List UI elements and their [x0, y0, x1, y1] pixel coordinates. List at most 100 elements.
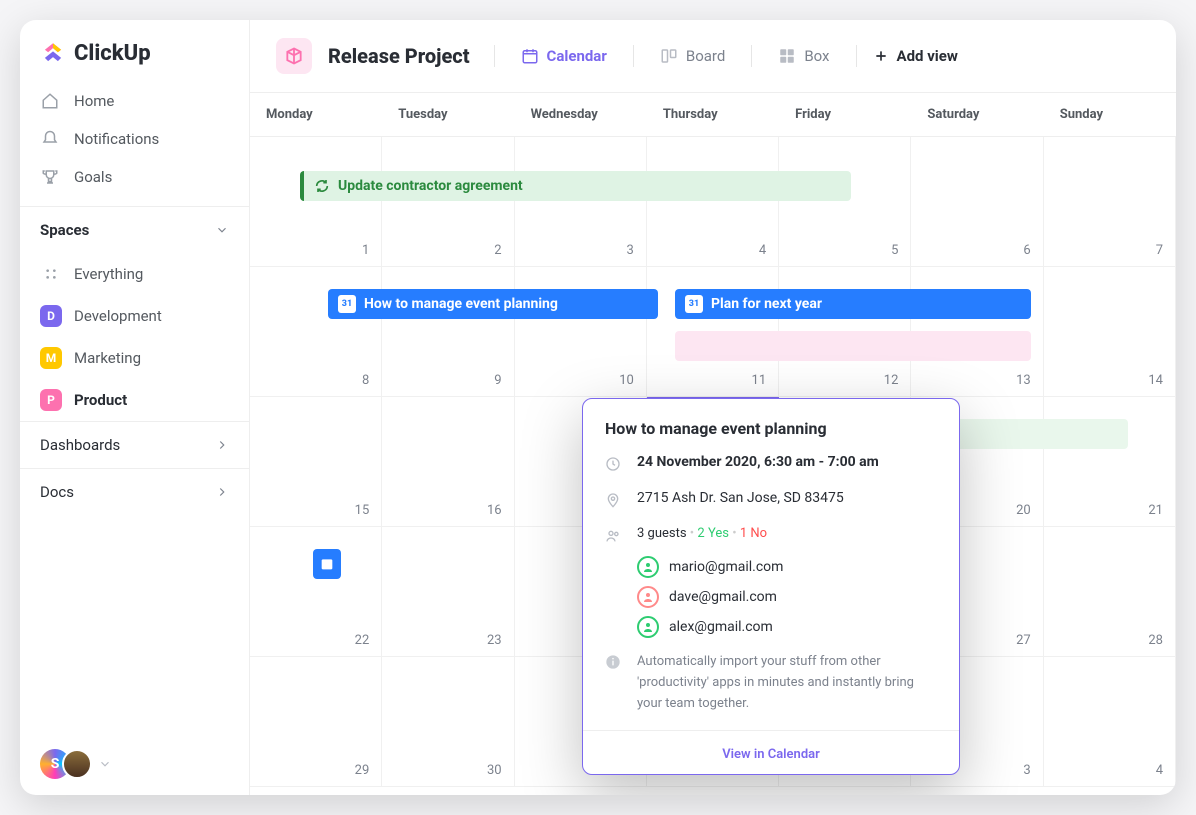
cal-cell[interactable]: 6 — [911, 137, 1043, 267]
guest-row: dave@gmail.com — [637, 586, 937, 608]
spaces-section: Spaces Everything D Development M Market… — [20, 206, 249, 422]
date-num: 29 — [355, 763, 370, 778]
space-product[interactable]: P Product — [20, 379, 249, 421]
chevron-right-icon — [215, 485, 229, 499]
space-development[interactable]: D Development — [20, 295, 249, 337]
space-marketing[interactable]: M Marketing — [20, 337, 249, 379]
space-everything[interactable]: Everything — [20, 253, 249, 295]
user-avatar-photo[interactable] — [62, 749, 92, 779]
cal-cell[interactable]: 3 — [515, 137, 647, 267]
date-num: 5 — [891, 243, 898, 258]
topbar: Release Project Calendar Board Box Add v… — [250, 20, 1176, 93]
date-num: 10 — [619, 373, 634, 388]
cal-cell[interactable]: 10 — [515, 267, 647, 397]
event-popup: How to manage event planning 24 November… — [582, 398, 960, 775]
cal-cell[interactable]: 7 — [1044, 137, 1176, 267]
date-num: 11 — [752, 373, 767, 388]
add-view-button[interactable]: Add view — [873, 47, 958, 65]
cal-cell[interactable]: 4 — [647, 137, 779, 267]
sidebar-nav: Home Notifications Goals — [20, 82, 249, 196]
guests-icon — [605, 528, 623, 548]
date-num: 14 — [1148, 373, 1163, 388]
view-in-calendar-link[interactable]: View in Calendar — [722, 747, 820, 762]
cal-cell[interactable]: 30 — [382, 657, 514, 787]
popup-desc-row: Automatically import your stuff from oth… — [605, 652, 937, 714]
guest-email: mario@gmail.com — [669, 559, 783, 575]
cal-cell[interactable]: 29 — [250, 657, 382, 787]
popup-guests-summary: 3 guests • 2 Yes • 1 No — [637, 526, 767, 548]
guest-avatar-icon — [637, 616, 659, 638]
calendar-mini-icon — [319, 556, 335, 572]
cal-cell[interactable]: 21 — [1044, 397, 1176, 527]
guest-email: dave@gmail.com — [669, 589, 777, 605]
day-header: Tuesday — [382, 93, 514, 136]
nav-goals[interactable]: Goals — [28, 158, 241, 196]
chevron-right-icon — [215, 438, 229, 452]
cal-cell[interactable]: 22 — [250, 527, 382, 657]
event-planning[interactable]: 31 How to manage event planning — [328, 289, 658, 319]
event-label: Update contractor agreement — [338, 178, 523, 194]
calendar-mini-icon: 31 — [685, 295, 703, 313]
event-nextyear[interactable]: 31 Plan for next year — [675, 289, 1031, 319]
calendar: Monday Tuesday Wednesday Thursday Friday… — [250, 93, 1176, 795]
event-pink[interactable] — [675, 331, 1031, 361]
popup-footer: View in Calendar — [583, 730, 959, 774]
add-view-label: Add view — [897, 47, 958, 65]
nav-label: Goals — [74, 168, 112, 186]
sidebar-dashboards[interactable]: Dashboards — [20, 422, 249, 469]
event-contractor[interactable]: Update contractor agreement — [300, 171, 851, 201]
cal-cell[interactable]: 5 — [779, 137, 911, 267]
date-num: 1 — [362, 243, 369, 258]
box-icon — [778, 47, 796, 65]
cal-cell[interactable]: 2 — [382, 137, 514, 267]
guest-row: mario@gmail.com — [637, 556, 937, 578]
cal-cell[interactable]: 16 — [382, 397, 514, 527]
day-header: Sunday — [1044, 93, 1176, 136]
location-icon — [605, 492, 623, 512]
date-num: 27 — [1016, 633, 1031, 648]
project-icon — [276, 38, 312, 74]
recur-icon — [314, 178, 330, 194]
trophy-icon — [40, 168, 60, 186]
guest-email: alex@gmail.com — [669, 619, 773, 635]
spaces-header[interactable]: Spaces — [20, 207, 249, 253]
date-num: 15 — [355, 503, 370, 518]
cal-cell[interactable]: 28 — [1044, 527, 1176, 657]
popup-title: How to manage event planning — [605, 419, 937, 438]
grid-dots-icon — [40, 263, 62, 285]
nav-home[interactable]: Home — [28, 82, 241, 120]
cal-cell[interactable]: 9 — [382, 267, 514, 397]
guest-row: alex@gmail.com — [637, 616, 937, 638]
nav-notifications[interactable]: Notifications — [28, 120, 241, 158]
view-tab-board[interactable]: Board — [650, 41, 735, 71]
cal-cell[interactable]: 4 — [1044, 657, 1176, 787]
space-label: Marketing — [74, 349, 141, 367]
sidebar-footer: S — [20, 733, 249, 795]
cal-cell[interactable]: 23 — [382, 527, 514, 657]
date-num: 2 — [494, 243, 501, 258]
plus-icon — [873, 48, 889, 64]
day-header: Saturday — [911, 93, 1043, 136]
date-num: 21 — [1148, 503, 1163, 518]
view-tab-box[interactable]: Box — [768, 41, 839, 71]
date-num: 8 — [362, 373, 369, 388]
event-small[interactable] — [313, 549, 341, 579]
cal-cell[interactable]: 8 — [250, 267, 382, 397]
view-tab-calendar[interactable]: Calendar — [511, 41, 617, 71]
divider — [751, 45, 752, 67]
calendar-icon — [521, 47, 539, 65]
popup-location-row: 2715 Ash Dr. San Jose, SD 83475 — [605, 490, 937, 512]
brand-logo[interactable]: ClickUp — [20, 20, 249, 82]
home-icon — [40, 92, 60, 110]
info-icon — [605, 654, 623, 714]
cal-cell[interactable]: 15 — [250, 397, 382, 527]
date-num: 4 — [759, 243, 766, 258]
sidebar-docs[interactable]: Docs — [20, 469, 249, 515]
space-badge: P — [40, 389, 62, 411]
cal-cell[interactable]: 14 — [1044, 267, 1176, 397]
view-label: Calendar — [547, 47, 607, 65]
date-num: 6 — [1023, 243, 1030, 258]
view-label: Box — [804, 47, 829, 65]
cal-cell[interactable]: 1 — [250, 137, 382, 267]
chevron-down-icon[interactable] — [98, 757, 112, 771]
